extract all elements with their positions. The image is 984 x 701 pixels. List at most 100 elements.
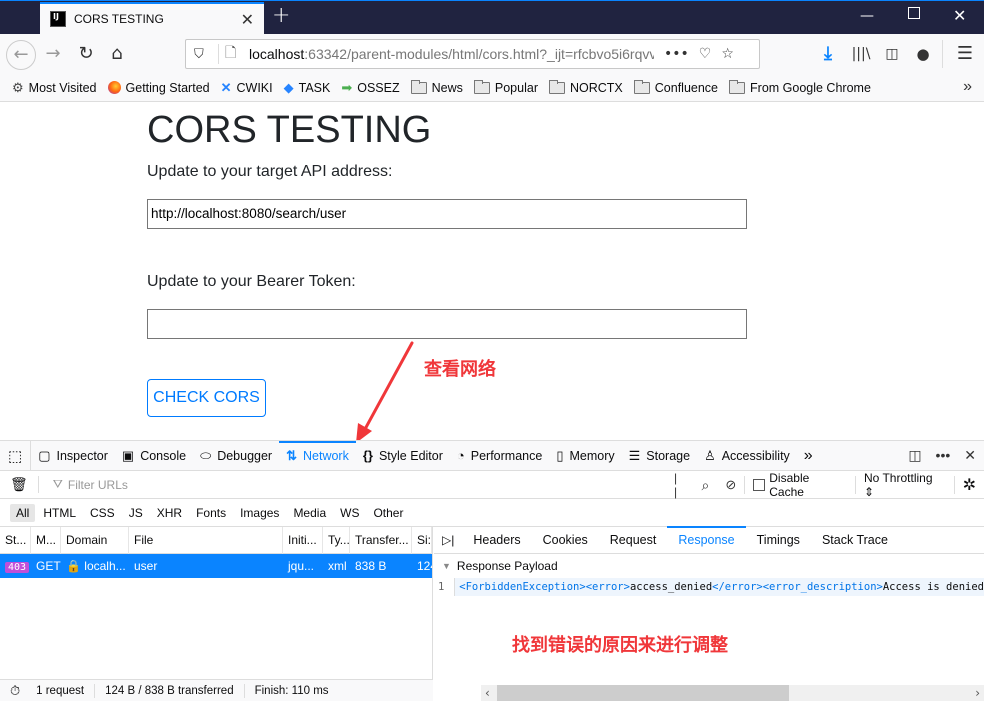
filter-urls-input[interactable]: ⛛ Filter URLs (53, 477, 128, 492)
disable-cache-checkbox[interactable]: Disable Cache (745, 471, 855, 499)
check-cors-button[interactable]: CHECK CORS (147, 379, 266, 417)
more-tabs-icon[interactable]: » (797, 441, 820, 471)
folder-icon (410, 79, 427, 94)
summary-requests: 1 request (30, 683, 96, 698)
summary-transferred: 124 B / 838 B transferred (95, 683, 245, 698)
column-type[interactable]: Ty... (323, 526, 350, 554)
devtools-options-icon[interactable]: ••• (936, 447, 951, 464)
menu-icon[interactable]: ☰ (952, 42, 978, 68)
stopwatch-icon: ⏱ (10, 682, 21, 698)
bookmark-most-visited[interactable]: ⚙ Most Visited (12, 80, 97, 96)
downloads-icon[interactable]: ⤓ (815, 42, 841, 68)
bookmark-cwiki[interactable]: ✕ CWIKI (221, 80, 273, 96)
page-info-icon[interactable]: 🗋 (225, 42, 241, 66)
pocket-icon[interactable]: ♡ (699, 46, 712, 62)
filter-media[interactable]: Media (287, 504, 332, 522)
bookmark-getting-started[interactable]: Getting Started (107, 81, 210, 95)
tab-network[interactable]: ⇅ Network (279, 440, 356, 471)
element-picker-icon[interactable]: ⬚ (0, 440, 32, 471)
scroll-right-icon[interactable]: › (975, 685, 980, 701)
bearer-token-input[interactable] (147, 309, 747, 339)
folder-icon (548, 79, 565, 94)
throttling-select[interactable]: No Throttling ⇕ (856, 471, 954, 499)
tab-style-editor[interactable]: {} Style Editor (356, 441, 450, 471)
browser-tab[interactable]: IJ CORS TESTING ✕ (40, 2, 264, 34)
tab-accessibility[interactable]: ♙ Accessibility (697, 441, 797, 471)
filter-css[interactable]: CSS (84, 504, 121, 522)
bookmarks-overflow-icon[interactable]: » (963, 78, 972, 96)
column-domain[interactable]: Domain (61, 526, 129, 554)
toggle-sidebar-icon[interactable]: ▷| (434, 527, 462, 554)
filter-images[interactable]: Images (234, 504, 285, 522)
column-transferred[interactable]: Transfer... (350, 526, 412, 554)
minimize-button[interactable]: — (860, 8, 874, 24)
window-close-button[interactable]: ✕ (953, 6, 966, 25)
column-initiator[interactable]: Initi... (283, 526, 323, 554)
bookmark-star-icon[interactable]: ☆ (721, 46, 734, 62)
network-toolbar: 🗑 ⛛ Filter URLs | | ⌕ ⊘ Disable Cache No … (0, 471, 984, 499)
home-button[interactable]: ⌂ (104, 42, 130, 68)
dock-toggle-icon[interactable]: ◫ (908, 447, 921, 464)
tab-timings[interactable]: Timings (746, 527, 811, 554)
filter-ws[interactable]: WS (334, 504, 365, 522)
tracking-shield-icon[interactable]: ⛉ (194, 47, 212, 62)
filter-all[interactable]: All (10, 503, 36, 522)
status-badge: 403 (5, 562, 30, 573)
column-method[interactable]: M... (31, 526, 61, 554)
tab-request[interactable]: Request (599, 527, 668, 554)
bookmark-from-google-chrome[interactable]: From Google Chrome (729, 79, 871, 95)
tab-debugger[interactable]: ⬭ Debugger (193, 441, 279, 471)
tab-close-icon[interactable]: ✕ (241, 10, 254, 29)
column-size[interactable]: Si: (412, 526, 432, 554)
bookmark-task[interactable]: ◆ TASK (284, 80, 331, 96)
collapse-triangle-icon: ▼ (442, 561, 451, 571)
horizontal-scrollbar[interactable]: ‹ › (481, 685, 984, 701)
scrollbar-thumb[interactable] (497, 685, 789, 701)
forward-button[interactable]: → (40, 42, 66, 68)
devtools-close-icon[interactable]: ✕ (964, 447, 976, 464)
url-text[interactable]: localhost:63342/parent-modules/html/cors… (249, 46, 654, 62)
api-address-input[interactable]: http://localhost:8080/search/user (147, 199, 747, 229)
page-actions-icon[interactable]: ••• (664, 46, 689, 62)
bookmark-ossez[interactable]: ➡ OSSEZ (341, 80, 399, 96)
debugger-icon: ⬭ (200, 447, 212, 463)
filter-html[interactable]: HTML (37, 504, 82, 522)
settings-gear-icon[interactable]: ✲ (955, 475, 984, 495)
pause-icon[interactable]: | | (664, 471, 694, 499)
bookmark-confluence[interactable]: Confluence (633, 79, 718, 95)
annotation-find-error: 找到错误的原因来进行调整 (512, 635, 728, 656)
bookmark-norctx[interactable]: NORCTX (548, 79, 623, 95)
tab-cookies[interactable]: Cookies (532, 527, 599, 554)
search-icon[interactable]: ⌕ (694, 477, 718, 494)
column-status[interactable]: St... (0, 526, 31, 554)
bookmark-news[interactable]: News (410, 79, 463, 95)
tab-inspector[interactable]: ▢ Inspector (31, 441, 115, 471)
tab-stack-trace[interactable]: Stack Trace (811, 527, 899, 554)
scroll-left-icon[interactable]: ‹ (485, 685, 490, 701)
response-payload-header[interactable]: ▼ Response Payload (434, 554, 984, 578)
tab-console[interactable]: ▣ Console (115, 441, 193, 471)
detail-tabs: ▷| Headers Cookies Request Response Timi… (434, 525, 984, 554)
url-bar[interactable]: ⛉ 🗋 localhost:63342/parent-modules/html/… (185, 39, 760, 69)
maximize-button[interactable] (908, 7, 920, 19)
tab-memory[interactable]: ▯ Memory (549, 441, 621, 471)
library-icon[interactable]: |||\ (848, 42, 874, 68)
tab-response[interactable]: Response (667, 525, 746, 554)
filter-js[interactable]: JS (123, 504, 149, 522)
filter-other[interactable]: Other (367, 504, 409, 522)
reload-button[interactable]: ↻ (73, 42, 99, 68)
back-button[interactable]: ← (6, 40, 36, 70)
request-row[interactable]: 403 GET 🔒 localh... user jqu... xml 838 … (0, 554, 432, 578)
sidebar-icon[interactable]: ◫ (879, 42, 905, 68)
column-file[interactable]: File (129, 526, 283, 554)
tab-performance[interactable]: ◔ Performance (450, 441, 549, 471)
filter-xhr[interactable]: XHR (151, 504, 188, 522)
new-tab-button[interactable]: + (272, 5, 290, 27)
block-icon[interactable]: ⊘ (717, 477, 744, 493)
account-icon[interactable]: ● (910, 42, 936, 68)
clear-trash-icon[interactable]: 🗑 (10, 476, 39, 493)
tab-headers[interactable]: Headers (462, 527, 531, 554)
filter-fonts[interactable]: Fonts (190, 504, 232, 522)
bookmark-popular[interactable]: Popular (473, 79, 538, 95)
tab-storage[interactable]: ☰ Storage (622, 441, 697, 471)
